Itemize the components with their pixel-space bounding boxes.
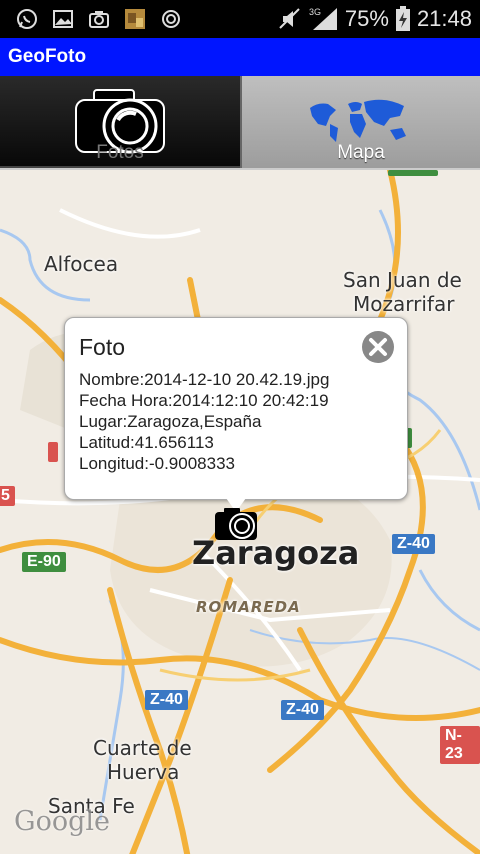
photo-thumb-icon xyxy=(125,9,145,29)
mute-icon xyxy=(279,8,300,29)
close-icon[interactable] xyxy=(361,330,395,364)
tab-fotos-label: Fotos xyxy=(96,142,144,163)
road-shield: N-23 xyxy=(440,726,480,764)
sync-icon xyxy=(162,10,180,28)
road-shield xyxy=(388,170,438,176)
signal-icon: 3G xyxy=(309,7,337,30)
gallery-icon xyxy=(53,10,73,28)
info-title: Foto xyxy=(79,334,126,360)
camera-icon xyxy=(89,11,109,28)
battery-icon xyxy=(395,6,410,31)
tab-mapa-label: Mapa xyxy=(337,142,385,163)
battery-percent: 75% xyxy=(344,6,389,31)
camera-marker-icon[interactable] xyxy=(214,506,258,542)
map-view[interactable]: Alfocea San Juan de Mozarrifar Zaragoza … xyxy=(0,170,480,854)
tab-mapa[interactable]: Mapa xyxy=(240,76,480,170)
place-label: San Juan de xyxy=(343,268,462,292)
place-label: Cuarte de xyxy=(93,736,192,760)
road-shield: E-90 xyxy=(22,552,66,572)
app-title: GeoFoto xyxy=(8,46,87,67)
world-map-icon xyxy=(310,99,406,142)
road-shield: Z-40 xyxy=(281,700,324,720)
road-shield xyxy=(48,442,58,462)
svg-text:3G: 3G xyxy=(309,7,321,17)
road-shield: Z-40 xyxy=(145,690,188,710)
road-shield: 5 xyxy=(0,486,15,506)
place-label: Huerva xyxy=(107,760,180,784)
title-bar: GeoFoto xyxy=(0,38,480,76)
place-label: Alfocea xyxy=(44,252,119,276)
info-filename: Nombre:2014-12-10 20.42.19.jpg xyxy=(79,370,330,389)
tab-fotos[interactable]: Fotos xyxy=(0,76,240,170)
whatsapp-icon xyxy=(17,9,37,29)
info-latitude: Latitud:41.656113 xyxy=(79,433,214,452)
info-window: Foto Nombre:2014-12-10 20.42.19.jpg Fech… xyxy=(64,317,408,500)
info-longitude: Longitud:-0.9008333 xyxy=(79,454,235,473)
tab-bar: Fotos Mapa xyxy=(0,76,480,170)
status-bar: 3G 75% 21:48 xyxy=(0,0,480,38)
info-datetime: Fecha Hora:2014:12:10 20:42:19 xyxy=(79,391,329,410)
place-label: Mozarrifar xyxy=(353,292,455,316)
place-label: ROMAREDA xyxy=(196,598,301,616)
info-place: Lugar:Zaragoza,España xyxy=(79,412,262,431)
google-attribution: Google xyxy=(14,806,110,837)
road-shield: Z-40 xyxy=(392,534,435,554)
clock: 21:48 xyxy=(416,6,472,31)
